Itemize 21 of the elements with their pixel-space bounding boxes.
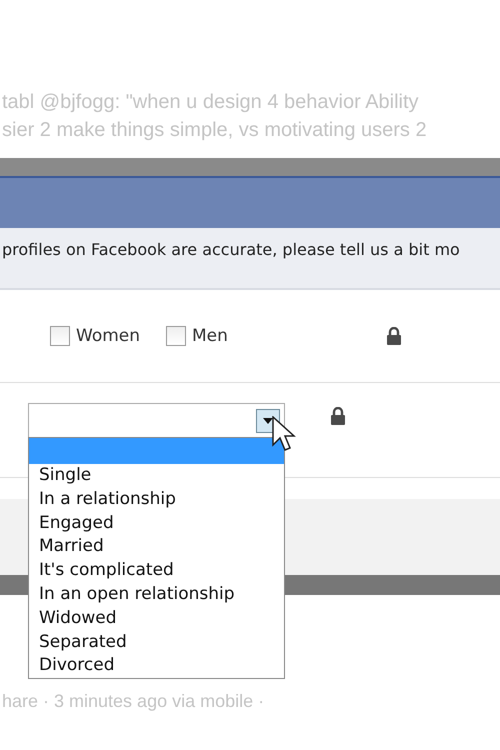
checkbox-label: Women [76, 326, 140, 346]
relationship-select[interactable] [28, 403, 285, 438]
lock-icon [386, 327, 402, 345]
checkbox[interactable] [50, 326, 70, 346]
feed-text: sier 2 make things simple, vs motivating users 2 [2, 118, 427, 143]
dropdown-option[interactable]: Married [29, 535, 284, 560]
intro-text: profiles on Facebook are accurate, please tell us a bit mo [2, 240, 460, 259]
caret-icon [263, 418, 273, 424]
dropdown-option[interactable]: Engaged [29, 512, 284, 536]
dropdown-option[interactable]: Widowed [29, 606, 284, 631]
feed-text: hare · 3 minutes ago via mobile · [2, 691, 264, 712]
dropdown-option[interactable]: In a relationship [29, 488, 284, 512]
dropdown-option[interactable]: Separated [29, 630, 284, 654]
lock-icon [330, 407, 346, 425]
checkbox-label: Men [192, 326, 228, 346]
feed-text: tabl @bjfogg: "when u design 4 behavior Ability [2, 90, 419, 115]
checkbox[interactable] [166, 326, 186, 346]
dropdown-option[interactable]: Single [29, 464, 284, 488]
dropdown-option[interactable]: Divorced [29, 654, 284, 678]
dropdown-option[interactable]: It's complicated [29, 559, 284, 583]
dropdown-option[interactable]: In an open relationship [29, 582, 284, 607]
